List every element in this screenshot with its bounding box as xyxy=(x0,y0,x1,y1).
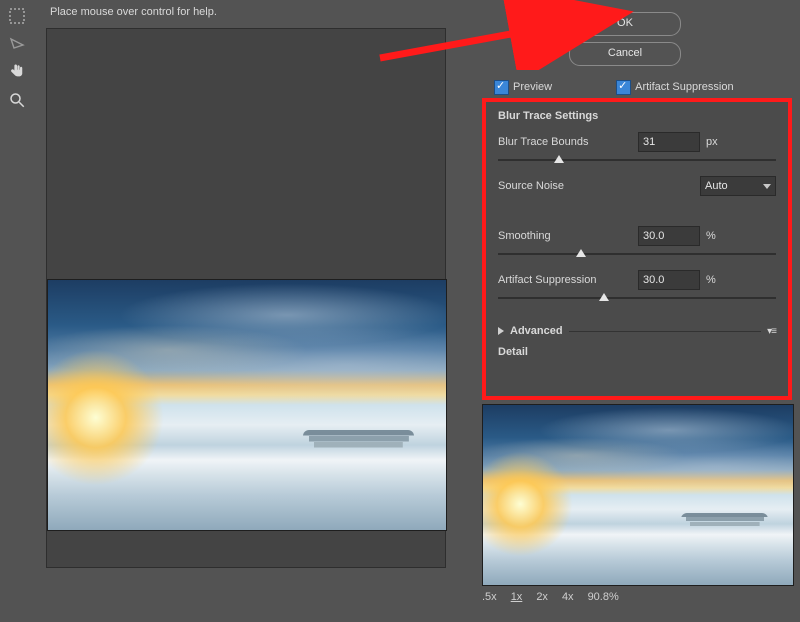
noise-dropdown[interactable]: Auto xyxy=(700,176,776,196)
bounds-slider[interactable] xyxy=(498,154,776,166)
artifact-checkbox-label: Artifact Suppression xyxy=(635,81,733,93)
zoom-bar: .5x 1x 2x 4x 90.8% xyxy=(482,588,792,606)
panel-menu-icon[interactable]: ▾≡ xyxy=(767,326,776,337)
zoom-100[interactable]: 1x xyxy=(511,591,523,603)
artifact-checkbox[interactable]: Artifact Suppression xyxy=(612,80,733,95)
noise-label: Source Noise xyxy=(498,180,638,192)
preview-area[interactable] xyxy=(46,28,446,568)
hand-tool-icon[interactable] xyxy=(5,60,29,84)
suppression-input[interactable]: 30.0 xyxy=(638,270,700,290)
suppression-unit: % xyxy=(706,274,730,286)
ok-button[interactable]: OK xyxy=(569,12,681,36)
bounds-label: Blur Trace Bounds xyxy=(498,136,638,148)
suppression-label: Artifact Suppression xyxy=(498,274,638,286)
zoom-tool-icon[interactable] xyxy=(5,88,29,112)
preview-checkbox[interactable]: Preview xyxy=(490,80,552,95)
smoothing-label: Smoothing xyxy=(498,230,638,242)
bounds-unit: px xyxy=(706,136,730,148)
bounds-input[interactable]: 31 xyxy=(638,132,700,152)
smoothing-slider[interactable] xyxy=(498,248,776,260)
marquee-tool-icon[interactable] xyxy=(5,4,29,28)
cancel-button[interactable]: Cancel xyxy=(569,42,681,66)
zoom-value: 90.8% xyxy=(588,591,619,603)
checkbox-icon xyxy=(616,80,631,95)
zoom-50[interactable]: .5x xyxy=(482,591,497,603)
noise-value: Auto xyxy=(705,180,728,192)
triangle-right-icon xyxy=(498,327,504,335)
left-toolbar xyxy=(0,0,34,622)
checkbox-icon xyxy=(494,80,509,95)
zoom-400[interactable]: 4x xyxy=(562,591,574,603)
smoothing-input[interactable]: 30.0 xyxy=(638,226,700,246)
lasso-tool-icon[interactable] xyxy=(5,32,29,56)
detail-thumbnail[interactable] xyxy=(482,404,794,586)
bounds-row: Blur Trace Bounds 31 px xyxy=(498,132,776,152)
chevron-down-icon xyxy=(763,184,771,189)
right-panel: OK Cancel Preview Artifact Suppression B… xyxy=(450,0,800,622)
noise-row: Source Noise Auto xyxy=(498,176,776,196)
blur-trace-settings-panel: Blur Trace Settings Blur Trace Bounds 31… xyxy=(482,98,792,400)
zoom-200[interactable]: 2x xyxy=(536,591,548,603)
preview-image xyxy=(47,279,447,531)
suppression-row: Artifact Suppression 30.0 % xyxy=(498,270,776,290)
help-bar: Place mouse over control for help. xyxy=(46,6,446,22)
detail-title: Detail xyxy=(498,346,776,358)
checkbox-row: Preview Artifact Suppression xyxy=(490,80,800,95)
suppression-slider[interactable] xyxy=(498,292,776,304)
settings-title: Blur Trace Settings xyxy=(498,110,776,122)
help-text: Place mouse over control for help. xyxy=(50,6,217,18)
advanced-label: Advanced xyxy=(510,325,563,337)
preview-checkbox-label: Preview xyxy=(513,81,552,93)
smoothing-unit: % xyxy=(706,230,730,242)
smoothing-row: Smoothing 30.0 % xyxy=(498,226,776,246)
advanced-row[interactable]: Advanced ▾≡ xyxy=(498,322,776,340)
